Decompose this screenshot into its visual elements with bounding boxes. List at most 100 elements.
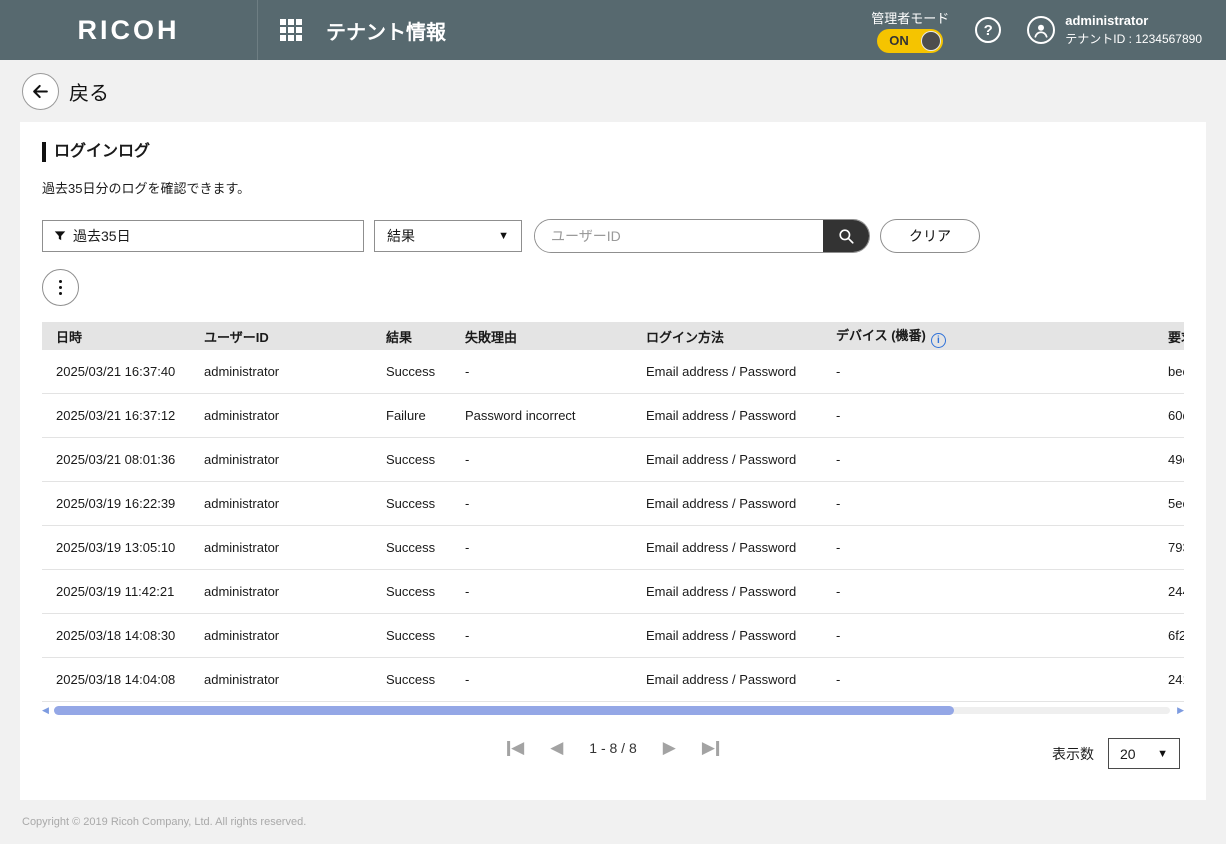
cell-datetime: 2025/03/19 16:22:39 (42, 496, 190, 511)
header-divider (257, 0, 258, 60)
help-icon[interactable]: ? (975, 17, 1001, 43)
table-body: 2025/03/21 16:37:40 administrator Succes… (42, 350, 1184, 702)
cell-login-method: Email address / Password (632, 584, 822, 599)
prev-page-button[interactable]: ◀ (550, 738, 563, 758)
page-size-label: 表示数 (1052, 744, 1094, 764)
cell-login-method: Email address / Password (632, 628, 822, 643)
cell-result: Success (372, 628, 451, 643)
user-name: administrator (1065, 13, 1202, 28)
cell-datetime: 2025/03/21 08:01:36 (42, 452, 190, 467)
cell-user-id: administrator (190, 408, 372, 423)
cell-failure-reason: - (451, 496, 632, 511)
first-page-button[interactable]: ◀ (507, 738, 524, 758)
back-button[interactable]: 戻る (0, 60, 1226, 122)
cell-failure-reason: Password incorrect (451, 408, 632, 423)
cell-datetime: 2025/03/19 13:05:10 (42, 540, 190, 555)
col-header-result: 結果 (372, 327, 451, 346)
device-info-icon[interactable]: i (931, 333, 946, 348)
kebab-icon (59, 280, 62, 283)
scrollbar-thumb[interactable] (54, 706, 954, 715)
cell-user-id: administrator (190, 672, 372, 687)
col-header-device: デバイス (機番)i (822, 325, 1154, 348)
scroll-right-arrow-icon[interactable]: ▶ (1177, 705, 1184, 716)
cell-datetime: 2025/03/21 16:37:40 (42, 364, 190, 379)
search-field (534, 219, 870, 253)
result-dropdown[interactable]: 結果 ▼ (374, 220, 522, 252)
cell-user-id: administrator (190, 584, 372, 599)
cell-login-method: Email address / Password (632, 540, 822, 555)
last-page-button[interactable]: ▶ (702, 738, 719, 758)
cell-device: - (822, 408, 1154, 423)
col-header-login-method: ログイン方法 (632, 327, 822, 346)
table-row: 2025/03/19 16:22:39 administrator Succes… (42, 482, 1184, 526)
cell-user-id: administrator (190, 628, 372, 643)
cell-login-method: Email address / Password (632, 452, 822, 467)
page-title: テナント情報 (326, 16, 446, 45)
section-description: 過去35日分のログを確認できます。 (42, 178, 1184, 197)
table-row: 2025/03/21 08:01:36 administrator Succes… (42, 438, 1184, 482)
cell-login-method: Email address / Password (632, 408, 822, 423)
search-input[interactable] (535, 220, 823, 252)
cell-device: - (822, 540, 1154, 555)
col-header-user-id: ユーザーID (190, 327, 372, 346)
section-title: ログインログ (42, 142, 1184, 162)
user-avatar-icon (1027, 16, 1055, 44)
cell-user-id: administrator (190, 452, 372, 467)
cell-request-id: 49e (1154, 452, 1184, 467)
cell-datetime: 2025/03/18 14:08:30 (42, 628, 190, 643)
cell-request-id: 60d (1154, 408, 1184, 423)
cell-device: - (822, 364, 1154, 379)
admin-mode-control: 管理者モード ON (871, 8, 949, 53)
period-filter[interactable]: 過去35日 (42, 220, 364, 252)
search-button[interactable] (823, 220, 869, 252)
more-options-button[interactable] (42, 269, 79, 306)
cell-login-method: Email address / Password (632, 672, 822, 687)
cell-failure-reason: - (451, 452, 632, 467)
cell-failure-reason: - (451, 672, 632, 687)
table-row: 2025/03/18 14:04:08 administrator Succes… (42, 658, 1184, 702)
col-header-failure-reason: 失敗理由 (451, 327, 632, 346)
app-grid-icon[interactable] (280, 19, 302, 41)
period-filter-value: 過去35日 (73, 226, 131, 246)
cell-login-method: Email address / Password (632, 496, 822, 511)
filter-bar: 過去35日 結果 ▼ クリア (42, 219, 1184, 253)
cell-result: Success (372, 584, 451, 599)
clear-button[interactable]: クリア (880, 219, 980, 253)
search-icon (837, 227, 855, 245)
table-row: 2025/03/21 16:37:40 administrator Succes… (42, 350, 1184, 394)
funnel-icon (53, 229, 67, 243)
page-range: 1 - 8 / 8 (589, 740, 636, 756)
cell-result: Success (372, 540, 451, 555)
cell-request-id: 241 (1154, 672, 1184, 687)
cell-user-id: administrator (190, 540, 372, 555)
next-page-button[interactable]: ▶ (663, 738, 676, 758)
cell-request-id: 244 (1154, 584, 1184, 599)
page-size-select[interactable]: 20 ▼ (1108, 738, 1180, 769)
col-header-datetime: 日時 (42, 327, 190, 346)
result-dropdown-value: 結果 (387, 226, 415, 246)
admin-mode-toggle[interactable]: ON (877, 29, 943, 53)
back-arrow-icon (22, 73, 59, 110)
cell-result: Success (372, 452, 451, 467)
user-menu[interactable]: administrator テナントID : 1234567890 (1027, 13, 1202, 47)
cell-device: - (822, 584, 1154, 599)
cell-datetime: 2025/03/19 11:42:21 (42, 584, 190, 599)
cell-request-id: bec (1154, 364, 1184, 379)
cell-device: - (822, 452, 1154, 467)
cell-device: - (822, 672, 1154, 687)
login-log-table: 日時 ユーザーID 結果 失敗理由 ログイン方法 デバイス (機番)i 要求ID… (42, 322, 1184, 702)
login-log-panel: ログインログ 過去35日分のログを確認できます。 過去35日 結果 ▼ クリア … (20, 122, 1206, 800)
cell-result: Success (372, 364, 451, 379)
scroll-left-arrow-icon[interactable]: ◀ (42, 705, 49, 716)
ricoh-logo: RICOH (0, 15, 257, 46)
cell-failure-reason: - (451, 540, 632, 555)
cell-failure-reason: - (451, 628, 632, 643)
cell-device: - (822, 628, 1154, 643)
cell-user-id: administrator (190, 496, 372, 511)
horizontal-scrollbar: ◀ ▶ (42, 704, 1184, 716)
cell-device: - (822, 496, 1154, 511)
copyright-text: Copyright © 2019 Ricoh Company, Ltd. All… (22, 816, 1226, 828)
cell-result: Failure (372, 408, 451, 423)
cell-user-id: administrator (190, 364, 372, 379)
toggle-knob (921, 31, 941, 51)
